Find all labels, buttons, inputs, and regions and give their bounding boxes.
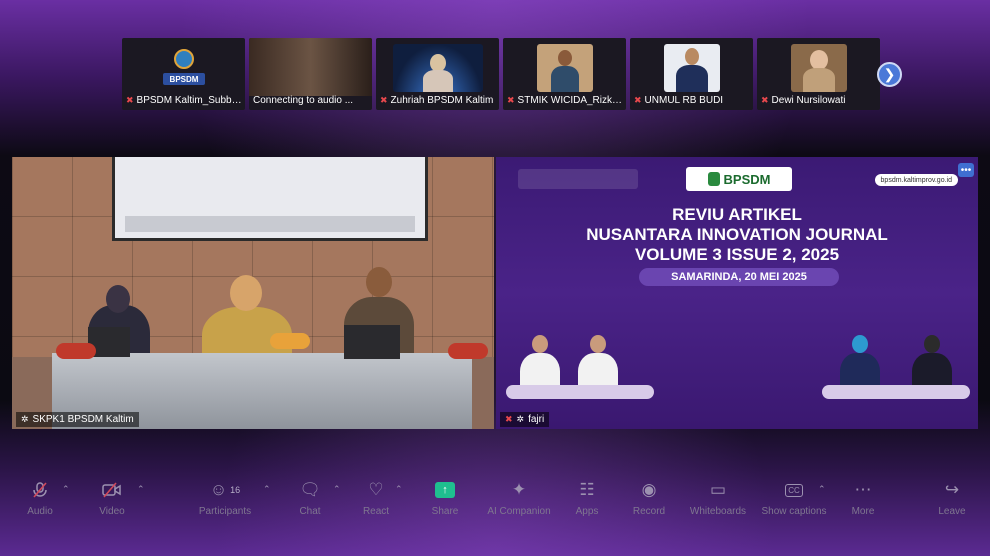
mic-off-icon: ✖: [761, 94, 769, 105]
more-icon: ⋯: [854, 480, 872, 499]
tile-name: ✖ Zuhriah BPSDM Kaltim: [380, 94, 494, 106]
participant-video: [790, 44, 847, 92]
flowers: [270, 333, 310, 349]
react-options-caret[interactable]: ⌃: [395, 484, 403, 495]
participant-video: [536, 44, 593, 92]
tile-name: ✖ Dewi Nursilowati: [761, 94, 846, 106]
meeting-toolbar: Audio ⌃ Video ⌃ ☺ 16 Participants ⌃ 🗨 Cha…: [0, 478, 990, 520]
participant-label: ✲ SKPK1 BPSDM Kaltim: [16, 412, 139, 427]
participant-gallery: BPSDM ✖ BPSDM Kaltim_Subba... Connecting …: [122, 38, 880, 110]
slide-title-line1: REVIU ARTIKEL: [672, 205, 802, 224]
video-tile-left[interactable]: ✲ SKPK1 BPSDM Kaltim: [12, 157, 494, 429]
gallery-tile[interactable]: Connecting to audio ...: [249, 38, 372, 110]
record-button[interactable]: ◉ Record: [614, 478, 684, 517]
participant-video: [392, 44, 483, 92]
participant-head: [106, 285, 130, 313]
participant-head: [230, 275, 262, 311]
mic-off-icon: ✖: [634, 94, 642, 105]
leave-icon: ↪: [944, 480, 960, 499]
flowers: [56, 343, 96, 359]
mic-off-icon: ✖: [505, 414, 513, 424]
record-icon: ◉: [641, 480, 657, 499]
audio-options-caret[interactable]: ⌃: [62, 484, 70, 495]
participant-head: [366, 267, 392, 297]
laptop: [344, 325, 400, 359]
captions-options-caret[interactable]: ⌃: [818, 484, 826, 495]
tile-name: Connecting to audio ...: [253, 94, 354, 106]
gallery-tile[interactable]: BPSDM ✖ BPSDM Kaltim_Subba...: [122, 38, 245, 110]
shield-icon: [707, 172, 720, 186]
apps-icon: ☷: [579, 480, 595, 499]
photo-caption: [506, 385, 654, 399]
gallery-tile[interactable]: ✖ Zuhriah BPSDM Kaltim: [376, 38, 499, 110]
video-options-caret[interactable]: ⌃: [137, 484, 145, 495]
participants-icon: ☺ 16: [209, 480, 241, 499]
sponsor-logos: [518, 169, 638, 189]
participants-options-caret[interactable]: ⌃: [263, 484, 271, 495]
pin-icon: ✲: [516, 414, 525, 424]
gallery-tile[interactable]: ✖ UNMUL RB BUDI: [630, 38, 753, 110]
whiteboards-button[interactable]: ▭ Whiteboards: [683, 478, 753, 517]
chat-options-caret[interactable]: ⌃: [333, 484, 341, 495]
participants-button[interactable]: ☺ 16 Participants: [190, 478, 260, 517]
bpsdm-logo: BPSDM: [686, 167, 792, 191]
tile-name: ✖ UNMUL RB BUDI: [634, 94, 724, 106]
bpsdm-logo: BPSDM: [155, 44, 212, 92]
mic-off-icon: ✖: [380, 94, 388, 105]
participant-video: [663, 44, 720, 92]
video-tile-right[interactable]: BPSDM bpsdm.kaltimprov.go.id ••• REVIU A…: [496, 157, 978, 429]
photo-caption: [822, 385, 970, 399]
share-button[interactable]: ↑ Share: [410, 478, 480, 517]
gallery-tile[interactable]: ✖ Dewi Nursilowati: [757, 38, 880, 110]
svg-text:BPSDM: BPSDM: [169, 75, 198, 84]
gallery-tile[interactable]: ✖ STMIK WICIDA_Rizky Z...: [503, 38, 626, 110]
tile-name: ✖ STMIK WICIDA_Rizky Z...: [507, 94, 624, 106]
slide-title-line3: VOLUME 3 ISSUE 2, 2025: [634, 245, 840, 264]
chevron-right-icon[interactable]: ❯: [877, 62, 902, 87]
apps-button[interactable]: ☷ Apps: [552, 478, 622, 517]
share-icon: ↑: [410, 478, 480, 502]
ai-companion-button[interactable]: ✦ AI Companion: [484, 478, 554, 517]
participant-label: ✖ ✲ fajri: [500, 412, 550, 427]
flowers: [448, 343, 488, 359]
slide-title-line2: NUSANTARA INNOVATION JOURNAL: [586, 225, 888, 244]
tile-name: ✖ BPSDM Kaltim_Subba...: [126, 94, 243, 106]
url-pill: bpsdm.kaltimprov.go.id: [874, 174, 958, 186]
room-video: [249, 38, 372, 96]
more-options-icon[interactable]: •••: [958, 163, 974, 177]
sparkle-icon: ✦: [511, 480, 527, 499]
mic-off-icon: ✖: [507, 94, 515, 105]
whiteboard-icon: ▭: [709, 480, 727, 499]
pin-icon: ✲: [21, 414, 29, 424]
more-button[interactable]: ⋯ More: [828, 478, 898, 517]
leave-button[interactable]: ↪ Leave: [917, 478, 987, 517]
projector-screen: [112, 157, 428, 241]
date-pill: SAMARINDA, 20 MEI 2025: [639, 268, 839, 286]
mic-off-icon: ✖: [126, 94, 134, 105]
